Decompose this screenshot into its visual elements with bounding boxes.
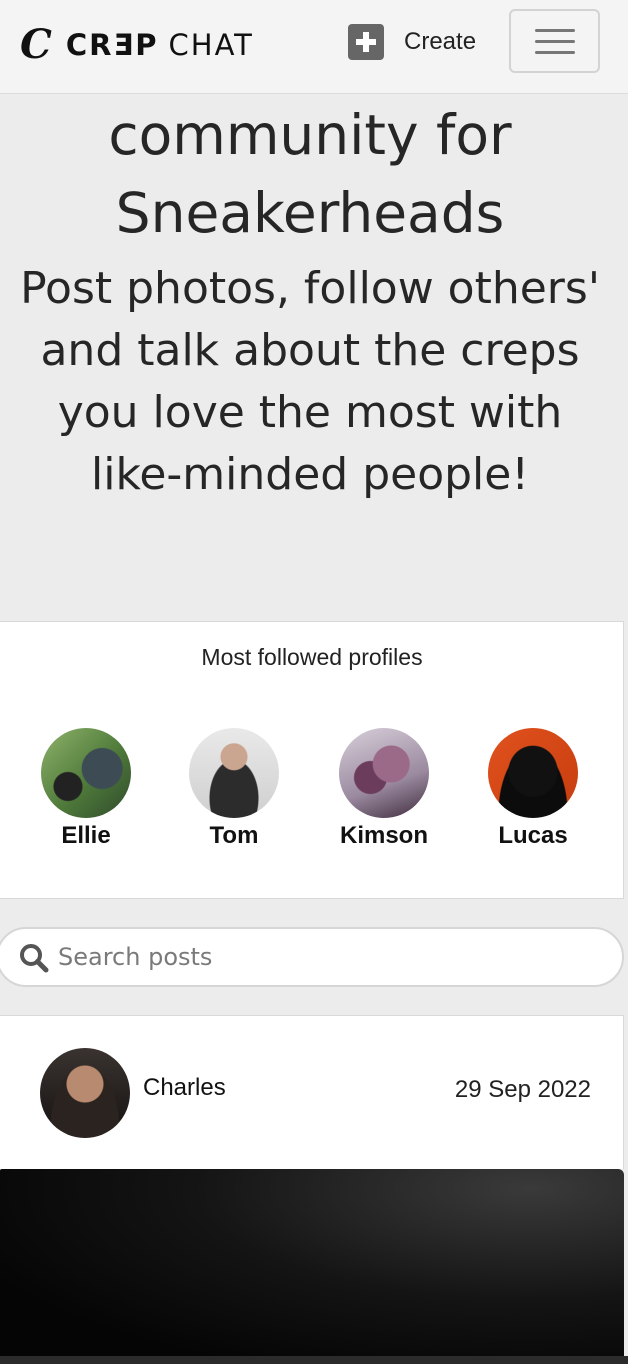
- profile-name[interactable]: Tom: [169, 822, 299, 850]
- avatar[interactable]: [41, 728, 131, 818]
- most-followed-profiles-card: Most followed profiles Ellie Tom Kimson …: [0, 621, 624, 899]
- post-image[interactable]: [0, 1169, 624, 1364]
- profile-kimson[interactable]: Kimson: [319, 728, 449, 850]
- profiles-heading: Most followed profiles: [201, 644, 423, 670]
- create-label: Create: [404, 28, 477, 55]
- avatar[interactable]: [189, 728, 279, 818]
- brand-crep-text: CRƎP: [65, 28, 159, 62]
- menu-toggle-button[interactable]: [509, 9, 600, 73]
- hero-subtitle: Post photos, follow others' and talk abo…: [20, 263, 600, 500]
- post-header: Charles 29 Sep 2022: [0, 1015, 624, 1169]
- plus-square-icon: [348, 24, 384, 60]
- hero-section: community for Sneakerheads Post photos, …: [0, 94, 628, 622]
- profile-ellie[interactable]: Ellie: [21, 728, 151, 850]
- profile-tom[interactable]: Tom: [169, 728, 299, 850]
- profile-name[interactable]: Ellie: [21, 822, 151, 850]
- avatar[interactable]: [488, 728, 578, 818]
- create-button[interactable]: Create: [348, 24, 476, 60]
- hamburger-line: [535, 29, 575, 32]
- profile-lucas[interactable]: Lucas: [468, 728, 598, 850]
- brand-logo[interactable]: C CRƎP CHAT: [20, 22, 254, 68]
- post-author-name[interactable]: Charles: [143, 1074, 226, 1102]
- profile-name[interactable]: Lucas: [468, 822, 598, 850]
- post-author-avatar[interactable]: [40, 1048, 130, 1138]
- profile-name[interactable]: Kimson: [319, 822, 449, 850]
- hamburger-line: [535, 40, 575, 43]
- search-input[interactable]: [58, 937, 598, 977]
- brand-c-icon: C: [20, 21, 52, 68]
- bottom-edge: [0, 1356, 628, 1364]
- navbar: C CRƎP CHAT Create: [0, 0, 628, 94]
- search-icon: [20, 944, 49, 973]
- search-bar[interactable]: [0, 927, 624, 987]
- hamburger-line: [535, 51, 575, 54]
- avatar[interactable]: [339, 728, 429, 818]
- brand-chat-text: CHAT: [168, 28, 254, 62]
- hero-title: community for Sneakerheads: [108, 103, 512, 245]
- post-date: 29 Sep 2022: [454, 1076, 591, 1103]
